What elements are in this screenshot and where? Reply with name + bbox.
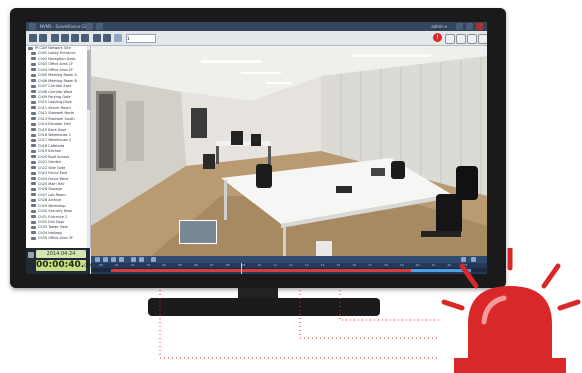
siren-icon	[441, 248, 581, 373]
